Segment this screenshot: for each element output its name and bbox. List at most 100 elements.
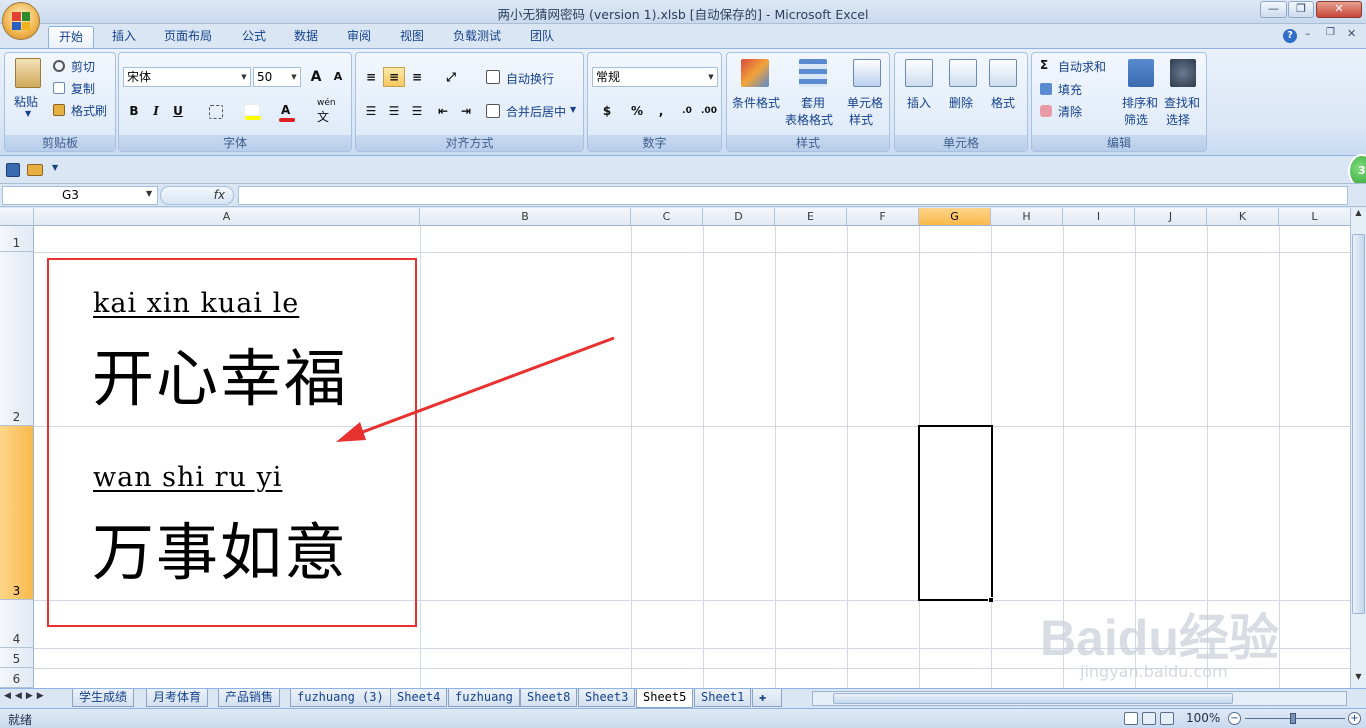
autosum-button[interactable]: 自动求和 — [1058, 58, 1106, 75]
vertical-scrollbar[interactable]: ▲ ▼ — [1350, 208, 1366, 688]
sort-filter-button-line2[interactable]: 筛选 — [1124, 111, 1148, 128]
save-icon[interactable] — [6, 163, 20, 177]
bold-button[interactable]: B — [123, 101, 145, 121]
zoom-level[interactable]: 100% — [1186, 711, 1220, 725]
phonetic-guide-label[interactable]: wén — [317, 98, 336, 108]
sheet-tab[interactable]: 学生成绩 — [72, 689, 135, 707]
tab-review[interactable]: 审阅 — [337, 26, 381, 48]
format-table-button-line1[interactable]: 套用 — [801, 94, 825, 111]
find-select-button-line2[interactable]: 选择 — [1166, 111, 1190, 128]
name-box-dropdown-icon[interactable]: ▼ — [146, 189, 152, 198]
sort-filter-button-line1[interactable]: 排序和 — [1122, 94, 1158, 111]
scroll-up-icon[interactable]: ▲ — [1352, 208, 1365, 224]
format-cells-button[interactable]: 格式 — [991, 94, 1015, 111]
sheet-tab[interactable]: fuzhuang (3) — [290, 689, 391, 707]
grow-font-button[interactable]: A — [305, 67, 327, 87]
merge-dropdown-icon[interactable]: ▼ — [570, 105, 576, 114]
sheet-tab[interactable]: Sheet3 — [578, 689, 636, 707]
sheet-tab[interactable]: 月考体育 — [146, 689, 209, 707]
fill-handle[interactable] — [988, 597, 994, 603]
borders-icon[interactable] — [209, 105, 223, 119]
conditional-format-button[interactable]: 条件格式 — [732, 94, 780, 111]
increase-decimal-button[interactable]: .0 — [676, 101, 698, 121]
tab-page-layout[interactable]: 页面布局 — [154, 26, 222, 48]
increase-indent-button[interactable]: ⇥ — [455, 101, 477, 121]
sheet-tab[interactable]: Sheet8 — [520, 689, 578, 707]
sheet-tab[interactable]: Sheet4 — [390, 689, 448, 707]
doc-minimize-icon[interactable]: – — [1305, 27, 1311, 40]
merge-center-button[interactable]: 合并后居中 — [506, 103, 566, 120]
insert-sheet-icon[interactable]: ✚ — [752, 689, 782, 707]
zoom-in-icon[interactable]: + — [1348, 712, 1361, 725]
tab-formulas[interactable]: 公式 — [232, 26, 276, 48]
tab-insert[interactable]: 插入 — [102, 26, 146, 48]
sheet-tab[interactable]: Sheet1 — [694, 689, 752, 707]
shrink-font-button[interactable]: A — [327, 67, 349, 87]
font-name-select[interactable]: 宋体 ▼ — [123, 67, 251, 87]
number-format-select[interactable]: 常规 ▼ — [592, 67, 718, 87]
minimize-button[interactable]: — — [1260, 1, 1287, 18]
doc-restore-icon[interactable]: ❐ — [1326, 27, 1335, 38]
help-icon[interactable]: ? — [1283, 29, 1297, 43]
sheet-tab[interactable]: 产品销售 — [218, 689, 281, 707]
format-table-button-line2[interactable]: 表格格式 — [785, 111, 833, 128]
normal-view-icon[interactable] — [1124, 712, 1138, 725]
horizontal-scrollbar[interactable] — [812, 691, 1347, 706]
insert-cells-button[interactable]: 插入 — [907, 94, 931, 111]
orientation-button[interactable]: ⤢ — [436, 67, 466, 87]
align-center-button[interactable]: ☰ — [383, 101, 405, 121]
maximize-button[interactable]: ❐ — [1288, 1, 1314, 18]
tab-data[interactable]: 数据 — [284, 26, 328, 48]
font-size-select[interactable]: 50 ▼ — [253, 67, 301, 87]
delete-cells-button[interactable]: 删除 — [949, 94, 973, 111]
underline-button[interactable]: U — [167, 101, 189, 121]
worksheet-grid[interactable]: A B C D E F G H I J K L 1 2 3 4 5 6 kai … — [0, 208, 1350, 688]
open-folder-icon[interactable] — [27, 164, 43, 176]
zoom-slider-thumb[interactable] — [1290, 713, 1296, 724]
find-select-button-line1[interactable]: 查找和 — [1164, 94, 1200, 111]
align-middle-button[interactable]: ≡ — [383, 67, 405, 87]
wrap-text-button[interactable]: 自动换行 — [506, 70, 554, 87]
customize-qat-icon[interactable]: ▼ — [52, 163, 58, 172]
align-left-button[interactable]: ☰ — [360, 101, 382, 121]
zoom-out-icon[interactable]: − — [1228, 712, 1241, 725]
paste-button[interactable]: 粘贴 — [14, 93, 38, 110]
percent-button[interactable]: % — [626, 101, 648, 121]
close-button[interactable]: ✕ — [1316, 1, 1362, 18]
scroll-down-icon[interactable]: ▼ — [1352, 672, 1365, 688]
align-bottom-button[interactable]: ≡ — [406, 67, 428, 87]
page-break-view-icon[interactable] — [1160, 712, 1174, 725]
sheet-nav-icon[interactable]: ◀◀▶▶ — [4, 691, 48, 701]
paste-dropdown-icon[interactable]: ▼ — [25, 109, 31, 118]
cell-styles-button-line1[interactable]: 单元格 — [847, 94, 883, 111]
clear-button[interactable]: 清除 — [1058, 103, 1082, 120]
fill-button[interactable]: 填充 — [1058, 81, 1082, 98]
cell-styles-button-line2[interactable]: 样式 — [849, 111, 873, 128]
doc-close-icon[interactable]: ✕ — [1347, 27, 1356, 40]
sheet-tab-active[interactable]: Sheet5 — [636, 689, 694, 708]
fill-color-icon[interactable] — [245, 105, 259, 115]
h-scroll-thumb[interactable] — [833, 693, 1233, 704]
page-layout-view-icon[interactable] — [1142, 712, 1156, 725]
tab-load-test[interactable]: 负载测试 — [443, 26, 511, 48]
scroll-thumb[interactable] — [1352, 234, 1365, 614]
sheet-tab[interactable]: fuzhuang — [448, 689, 520, 707]
phonetic-guide-icon[interactable]: 文 — [317, 108, 329, 125]
tab-view[interactable]: 视图 — [390, 26, 434, 48]
decrease-decimal-button[interactable]: .00 — [698, 101, 720, 121]
decrease-indent-button[interactable]: ⇤ — [432, 101, 454, 121]
currency-button[interactable]: $ — [592, 101, 622, 121]
insert-function-button[interactable]: fx — [160, 186, 234, 205]
name-box[interactable]: G3 — [2, 186, 158, 205]
comma-button[interactable]: , — [650, 101, 672, 121]
font-color-icon[interactable]: A — [281, 103, 290, 117]
tab-home[interactable]: 开始 — [48, 26, 95, 48]
italic-button[interactable]: I — [145, 101, 167, 121]
active-cell-g3[interactable] — [918, 425, 993, 601]
align-top-button[interactable]: ≡ — [360, 67, 382, 87]
formula-input[interactable] — [238, 186, 1348, 205]
align-right-button[interactable]: ☰ — [406, 101, 428, 121]
copy-button[interactable]: 复制 — [71, 80, 95, 97]
office-button[interactable] — [2, 2, 40, 40]
tab-team[interactable]: 团队 — [520, 26, 564, 48]
